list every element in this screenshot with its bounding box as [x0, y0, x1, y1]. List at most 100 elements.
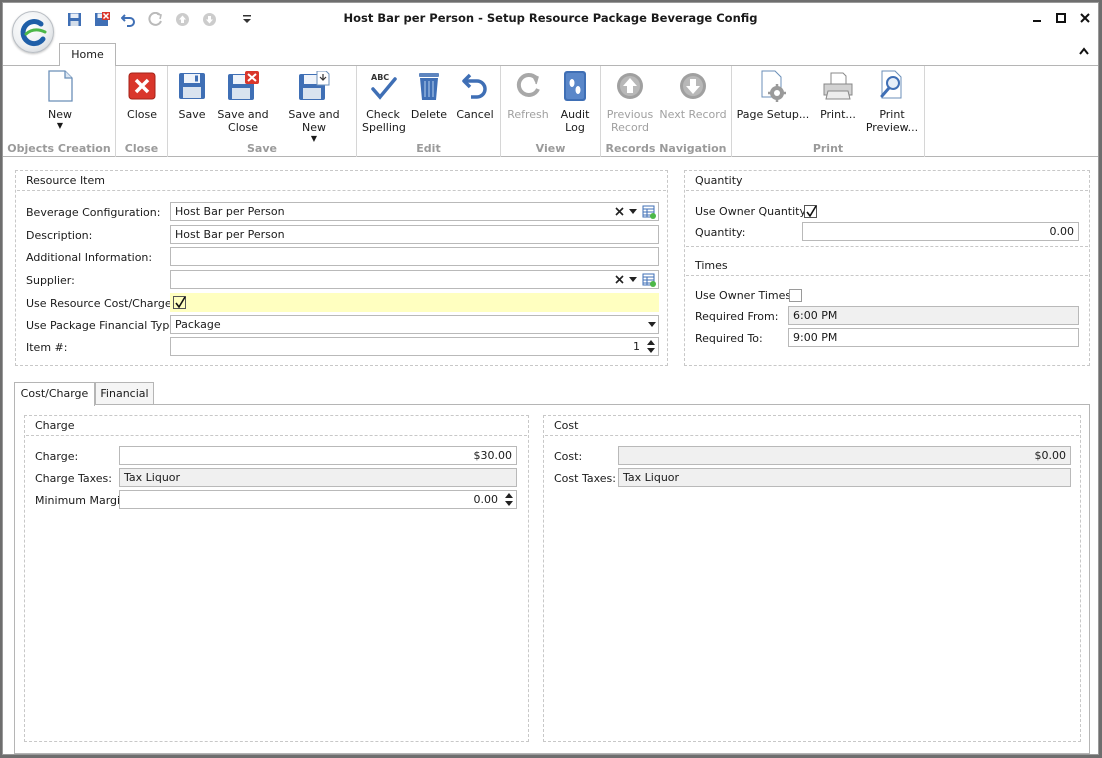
save-and-close-button[interactable]: Save and Close: [217, 69, 269, 134]
cost-field[interactable]: $0.00: [618, 446, 1071, 465]
spell-check-icon: ABC: [371, 73, 397, 100]
supplier-label: Supplier:: [26, 274, 75, 287]
quantity-field[interactable]: 0.00: [802, 222, 1079, 241]
beverage-configuration-label: Beverage Configuration:: [26, 206, 161, 219]
group-close: Close Close: [116, 66, 168, 157]
cost-panel: Cost Cost: $0.00 Cost Taxes: Tax Liquor: [543, 415, 1081, 742]
new-button[interactable]: New ▼: [39, 69, 81, 130]
new-document-icon: [48, 70, 73, 102]
group-print: Page Setup... Print... Print Preview... P…: [732, 66, 925, 157]
description-label: Description:: [26, 229, 93, 242]
description-field[interactable]: Host Bar per Person: [170, 225, 659, 244]
ribbon-tabs: Home: [3, 43, 1098, 66]
close-window-button[interactable]: [1078, 11, 1092, 25]
delete-button[interactable]: Delete: [409, 69, 449, 121]
supplier-field[interactable]: [170, 270, 659, 289]
spin-buttons[interactable]: [504, 492, 514, 508]
clear-icon[interactable]: [615, 207, 624, 216]
application-menu-button[interactable]: [12, 11, 54, 53]
chevron-down-icon[interactable]: [629, 276, 637, 283]
print-preview-button[interactable]: Print Preview...: [864, 69, 920, 134]
quantity-title: Quantity: [695, 174, 743, 187]
charge-label: Charge:: [35, 450, 79, 463]
qat-redo-button[interactable]: [146, 10, 165, 28]
required-to-field[interactable]: 9:00 PM: [788, 328, 1079, 347]
maximize-button[interactable]: [1054, 11, 1068, 25]
check-spelling-button[interactable]: ABC Check Spelling: [362, 69, 406, 134]
title-bar: Host Bar per Person - Setup Resource Pac…: [3, 3, 1098, 53]
use-owner-quantity-checkbox[interactable]: [804, 205, 817, 218]
print-button[interactable]: Print...: [815, 69, 861, 121]
checkmark-icon: [806, 205, 817, 218]
tab-financial[interactable]: Financial: [95, 382, 154, 405]
qat-save-close-button[interactable]: [92, 10, 111, 28]
qat-next-button[interactable]: [200, 10, 219, 28]
item-number-stepper[interactable]: 1: [170, 337, 659, 356]
chevron-down-icon[interactable]: [629, 208, 637, 215]
close-button[interactable]: Close: [122, 69, 162, 121]
qat-save-button[interactable]: [65, 10, 84, 28]
arrow-down-circle-icon: [203, 12, 216, 26]
close-red-icon: [128, 72, 156, 100]
spin-updown-icon[interactable]: [647, 339, 655, 354]
group-label-objects-creation: Objects Creation: [7, 142, 111, 155]
audit-log-button[interactable]: Audit Log: [555, 69, 595, 134]
next-record-button[interactable]: Next Record: [659, 69, 727, 121]
charge-panel: Charge Charge: $30.00 Charge Taxes: Tax …: [24, 415, 529, 742]
cancel-button[interactable]: Cancel: [454, 69, 496, 121]
group-records-navigation: Previous Record Next Record Records Navig…: [601, 66, 732, 157]
floppy-icon: [68, 12, 81, 26]
maximize-icon: [1056, 13, 1066, 23]
redo-icon: [148, 11, 162, 26]
window-controls: [1030, 11, 1092, 25]
refresh-button[interactable]: Refresh: [505, 69, 551, 121]
beverage-configuration-field[interactable]: Host Bar per Person: [170, 202, 659, 221]
minimize-button[interactable]: [1030, 11, 1044, 25]
qat-undo-button[interactable]: [119, 10, 138, 28]
tab-cost-charge[interactable]: Cost/Charge: [14, 382, 95, 406]
group-view: Refresh Audit Log View: [501, 66, 601, 157]
chevron-down-icon[interactable]: [648, 321, 656, 328]
charge-field[interactable]: $30.00: [119, 446, 517, 465]
clear-icon[interactable]: [615, 275, 624, 284]
use-package-financial-type-select[interactable]: Package: [170, 315, 659, 334]
spin-buttons[interactable]: [646, 339, 656, 355]
cost-label: Cost:: [554, 450, 583, 463]
additional-information-field[interactable]: [170, 247, 659, 266]
previous-record-button[interactable]: Previous Record: [605, 69, 655, 134]
tab-home[interactable]: Home: [59, 43, 116, 66]
minimum-margin-label: Minimum Margin:: [35, 494, 131, 507]
spin-updown-icon[interactable]: [505, 492, 513, 507]
lookup-table-icon[interactable]: [642, 205, 656, 219]
lookup-table-icon[interactable]: [642, 273, 656, 287]
minimum-margin-stepper[interactable]: 0.00: [119, 490, 517, 509]
quantity-times-panel: Quantity Use Owner Quantity: Quantity: 0…: [684, 170, 1090, 366]
save-button[interactable]: Save: [174, 69, 210, 121]
required-from-field[interactable]: 6:00 PM: [788, 306, 1079, 325]
close-icon: [1080, 13, 1090, 23]
group-save: Save Save and Close Save and New ▼ Save: [168, 66, 357, 157]
floppy-close-icon: [94, 11, 110, 26]
financial-type-value: Package: [175, 318, 221, 331]
resource-item-panel: Resource Item Beverage Configuration: Ho…: [15, 170, 668, 366]
times-title: Times: [695, 259, 728, 272]
page-setup-button[interactable]: Page Setup...: [736, 69, 810, 121]
charge-taxes-field[interactable]: Tax Liquor: [119, 468, 517, 487]
cost-charge-tab-panel: Charge Charge: $30.00 Charge Taxes: Tax …: [14, 404, 1090, 754]
item-number-label: Item #:: [26, 341, 68, 354]
previous-record-icon: [617, 73, 643, 99]
group-label-save: Save: [247, 142, 277, 155]
panel-divider: [17, 190, 666, 191]
panel-divider: [26, 435, 527, 436]
qat-previous-button[interactable]: [173, 10, 192, 28]
ribbon-collapse-button[interactable]: [1079, 45, 1089, 58]
group-label-view: View: [535, 142, 566, 155]
resource-item-title: Resource Item: [26, 174, 105, 187]
next-record-icon: [680, 73, 706, 99]
save-and-new-button[interactable]: Save and New ▼: [276, 69, 352, 143]
application-window: Host Bar per Person - Setup Resource Pac…: [2, 2, 1099, 755]
use-owner-times-checkbox[interactable]: [789, 289, 802, 302]
use-resource-cost-charge-checkbox[interactable]: [173, 296, 186, 309]
qat-customize-button[interactable]: [237, 10, 256, 28]
cost-taxes-field[interactable]: Tax Liquor: [618, 468, 1071, 487]
